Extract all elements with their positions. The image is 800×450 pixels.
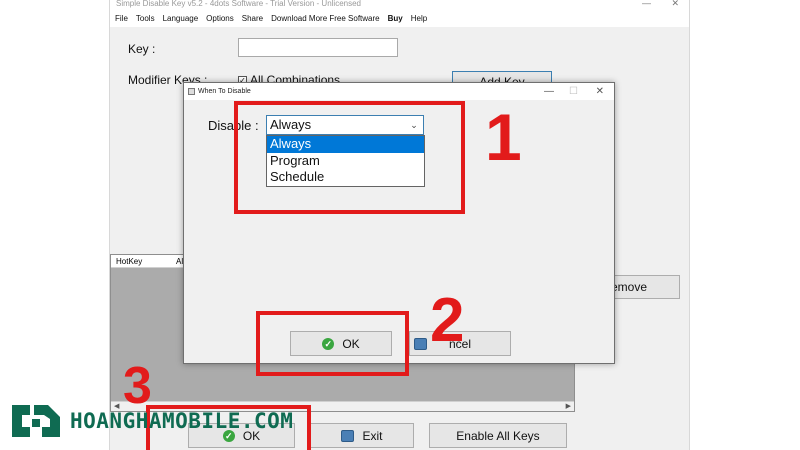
main-window-title: Simple Disable Key v5.2 - 4dots Software…	[116, 0, 361, 8]
exit-label: Exit	[362, 428, 383, 443]
dialog-title-bar: When To Disable — ☐ ✕	[184, 83, 614, 100]
annotation-box-1	[234, 101, 465, 214]
app-icon	[188, 88, 195, 95]
scroll-right-icon[interactable]: ▶	[566, 402, 571, 412]
dialog-maximize-icon: ☐	[569, 86, 578, 97]
menu-share[interactable]: Share	[237, 10, 266, 27]
annotation-number-2: 2	[430, 286, 465, 355]
main-title-bar: Simple Disable Key v5.2 - 4dots Software…	[110, 0, 689, 10]
menu-help[interactable]: Help	[406, 10, 430, 27]
menu-buy[interactable]: Buy	[383, 10, 406, 27]
column-hotkey[interactable]: HotKey	[116, 255, 142, 268]
dialog-close-icon[interactable]: ✕	[596, 83, 604, 100]
annotation-box-2	[256, 311, 409, 376]
menu-options[interactable]: Options	[201, 10, 237, 27]
remove-label: emove	[611, 280, 648, 294]
dialog-minimize-icon[interactable]: —	[544, 83, 554, 100]
dialog-title: When To Disable	[198, 88, 251, 95]
annotation-number-1: 1	[485, 100, 522, 174]
key-input[interactable]	[238, 38, 398, 57]
cancel-door-icon	[414, 337, 427, 350]
menu-bar: File Tools Language Options Share Download Mo…	[110, 10, 689, 27]
exit-button[interactable]: Exit	[310, 423, 414, 448]
close-icon[interactable]: ✕	[671, 0, 679, 8]
key-label: Key :	[128, 42, 156, 56]
exit-door-icon	[341, 429, 355, 442]
menu-language[interactable]: Language	[158, 10, 202, 27]
menu-file[interactable]: File	[110, 10, 131, 27]
screenshot-stage: Simple Disable Key v5.2 - 4dots Software…	[0, 0, 800, 450]
minimize-icon[interactable]: —	[642, 0, 651, 8]
hoanghamobile-logo: HOANGHAMOBILE.COM	[8, 401, 293, 441]
logo-mark-icon	[12, 405, 60, 437]
enable-all-keys-button[interactable]: Enable All Keys	[429, 423, 567, 448]
enable-all-keys-label: Enable All Keys	[456, 428, 540, 443]
logo-text: HOANGHAMOBILE.COM	[70, 409, 294, 433]
menu-download[interactable]: Download More Free Software	[266, 10, 383, 27]
menu-tools[interactable]: Tools	[131, 10, 158, 27]
